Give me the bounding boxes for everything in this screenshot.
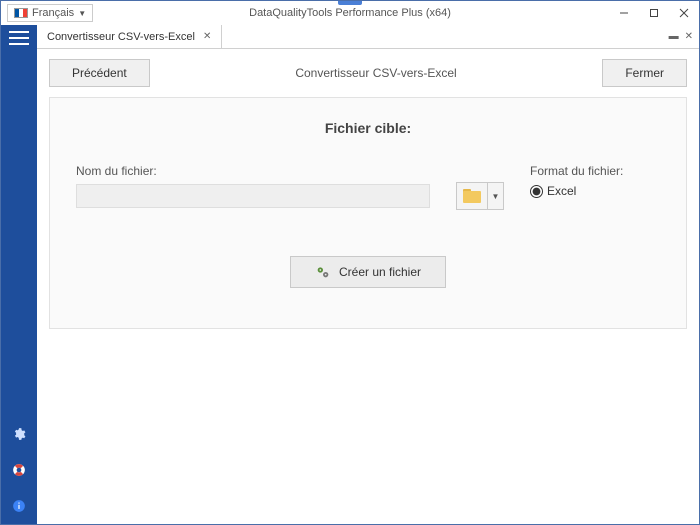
create-file-label: Créer un fichier — [339, 265, 421, 279]
panel-title: Fichier cible: — [76, 120, 660, 136]
close-button[interactable]: Fermer — [602, 59, 687, 87]
filename-input[interactable] — [76, 184, 430, 208]
format-label: Format du fichier: — [530, 164, 660, 178]
filename-block: Nom du fichier: — [76, 164, 430, 208]
target-file-panel: Fichier cible: Nom du fichier: ▼ Format … — [49, 97, 687, 329]
format-radio-excel[interactable] — [530, 185, 543, 198]
menu-toggle-button[interactable] — [9, 31, 29, 45]
create-file-button[interactable]: Créer un fichier — [290, 256, 446, 288]
title-accent — [338, 1, 362, 5]
flag-france-icon — [14, 8, 28, 18]
minimize-button[interactable] — [609, 1, 639, 25]
browse-dropdown-button[interactable]: ▼ — [488, 182, 504, 210]
browse-group: ▼ — [456, 182, 504, 210]
help-button[interactable] — [9, 460, 29, 480]
back-button[interactable]: Précédent — [49, 59, 150, 87]
tab-close-all-icon[interactable]: ✕ — [685, 31, 693, 42]
language-selector[interactable]: Français ▼ — [7, 4, 93, 22]
app-title: DataQualityTools Performance Plus (x64) — [249, 7, 451, 19]
lifebuoy-icon — [12, 463, 26, 477]
app-window: Français ▼ DataQualityTools Performance … — [0, 0, 700, 525]
sidebar — [1, 25, 37, 524]
tab-minimize-icon[interactable]: ▬ — [669, 31, 679, 42]
body: Convertisseur CSV-vers-Excel ✕ ▬ ✕ Précé… — [1, 25, 699, 524]
browse-button[interactable] — [456, 182, 488, 210]
form-row: Nom du fichier: ▼ Format du fichier: — [76, 164, 660, 210]
format-block: Format du fichier: Excel — [530, 164, 660, 198]
format-radio-excel-label: Excel — [547, 184, 576, 198]
titlebar: Français ▼ DataQualityTools Performance … — [1, 1, 699, 25]
tab-csv-to-excel[interactable]: Convertisseur CSV-vers-Excel ✕ — [37, 25, 222, 48]
tabstrip: Convertisseur CSV-vers-Excel ✕ ▬ ✕ — [37, 25, 699, 49]
info-button[interactable] — [9, 496, 29, 516]
tab-close-button[interactable]: ✕ — [203, 31, 211, 42]
breadcrumb: Convertisseur CSV-vers-Excel — [295, 66, 456, 80]
format-option-excel[interactable]: Excel — [530, 184, 660, 198]
tab-tools: ▬ ✕ — [663, 25, 699, 48]
tab-label: Convertisseur CSV-vers-Excel — [47, 31, 195, 43]
language-label: Français — [32, 7, 74, 19]
folder-icon — [463, 189, 481, 203]
settings-button[interactable] — [9, 424, 29, 444]
content: Convertisseur CSV-vers-Excel ✕ ▬ ✕ Précé… — [37, 25, 699, 524]
gears-icon — [315, 264, 331, 280]
gear-icon — [12, 427, 26, 441]
chevron-down-icon: ▼ — [78, 9, 86, 18]
close-window-button[interactable] — [669, 1, 699, 25]
actionbar: Précédent Convertisseur CSV-vers-Excel F… — [37, 49, 699, 97]
info-icon — [12, 499, 26, 513]
create-row: Créer un fichier — [76, 256, 660, 288]
maximize-button[interactable] — [639, 1, 669, 25]
window-controls — [609, 1, 699, 25]
filename-label: Nom du fichier: — [76, 164, 430, 178]
